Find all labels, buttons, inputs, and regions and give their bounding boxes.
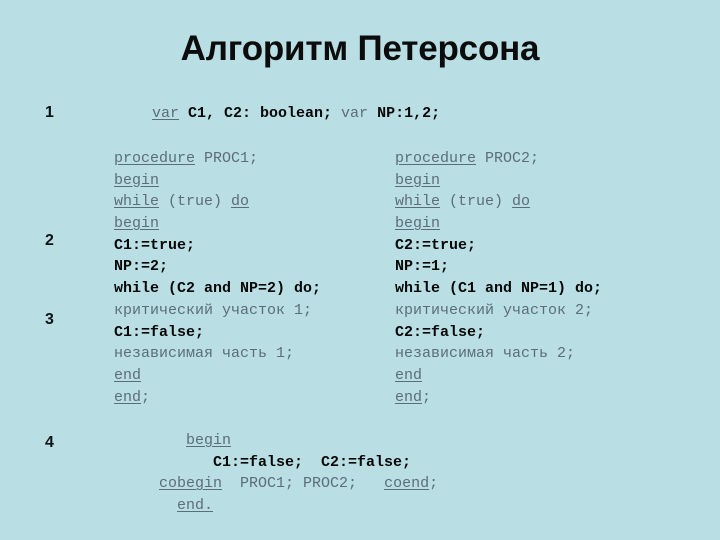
keyword-do: do — [231, 193, 250, 211]
proc2-line-busy-wait: while (C1 and NP=1) do; — [395, 280, 603, 298]
proc1-line-critical-section: критический участок 1; — [114, 301, 313, 319]
keyword-var: var — [152, 105, 180, 122]
semicolon-proc1: ; — [141, 388, 151, 406]
keyword-procedure: procedure — [395, 150, 477, 167]
keyword-begin-inner: begin — [114, 215, 160, 233]
keyword-begin-inner: begin — [395, 215, 441, 233]
proc2-line-set-c2-false: C2:=false; — [395, 323, 486, 341]
semicolon-proc2: ; — [422, 388, 432, 406]
keyword-coend: coend — [384, 475, 430, 493]
proc2-line-end-inner: end — [395, 365, 602, 387]
proc1-line-independent-part: независимая часть 1; — [114, 345, 295, 363]
procedure-proc2-block: procedure PROC2; begin while (true) do begi… — [395, 148, 602, 408]
proc2-line-begin: begin — [395, 170, 602, 192]
keyword-begin: begin — [114, 171, 160, 189]
keyword-procedure: procedure — [114, 150, 196, 167]
semicolon-coend: ; — [429, 475, 439, 493]
page-title: Алгоритм Петерсона — [180, 29, 540, 68]
proc1-line-while-true: while (true) do — [114, 191, 321, 213]
declared-np: NP:1,2; — [377, 105, 441, 122]
keyword-end-outer: end — [395, 388, 423, 406]
slide-canvas: Алгоритм Петерсона 1 2 3 4 var C1, C2: b… — [0, 0, 720, 540]
proc2-line-while-true: while (true) do — [395, 191, 602, 213]
keyword-while: while — [395, 193, 441, 211]
declaration-line: var C1, C2: boolean; var NP:1,2; — [152, 103, 440, 125]
proc2-line-critical-section: критический участок 2; — [395, 301, 594, 319]
main-line-init-flags: C1:=false; C2:=false; — [114, 453, 412, 471]
keyword-do: do — [512, 193, 531, 211]
proc1-line-end-outer: end; — [114, 387, 321, 409]
step-marker-1: 1 — [45, 104, 54, 121]
procedure-proc1-block: procedure PROC1; begin while (true) do begi… — [114, 148, 321, 408]
proc1-line-header: procedure PROC1; — [114, 148, 321, 170]
step-marker-3: 3 — [45, 311, 54, 328]
main-program-block: begin C1:=false; C2:=false; cobegin PROC… — [114, 430, 438, 517]
proc1-line-set-c1-false: C1:=false; — [114, 323, 205, 341]
keyword-while: while — [114, 193, 160, 211]
keyword-begin: begin — [395, 171, 441, 189]
main-indent-4 — [114, 497, 177, 514]
keyword-begin-main: begin — [186, 432, 232, 449]
while-condition-true: (true) — [440, 193, 513, 211]
keyword-end-inner: end — [114, 366, 142, 384]
main-indent-3 — [114, 475, 159, 492]
proc1-line-begin: begin — [114, 170, 321, 192]
proc1-line-set-c1-true: C1:=true; — [114, 236, 196, 254]
keyword-var-second: var — [332, 105, 378, 122]
keyword-cobegin: cobegin — [159, 475, 223, 493]
proc1-line-busy-wait: while (C2 and NP=2) do; — [114, 280, 322, 298]
keyword-end-inner: end — [395, 366, 423, 384]
main-line-cobegin: cobegin PROC1; PROC2; coend; — [114, 473, 438, 495]
proc2-line-end-outer: end; — [395, 387, 602, 409]
proc2-line-inner-begin: begin — [395, 213, 602, 235]
declared-vars: C1, C2: boolean; — [179, 105, 333, 122]
proc2-line-independent-part: независимая часть 2; — [395, 345, 576, 363]
step-marker-2: 2 — [45, 232, 54, 249]
step-marker-4: 4 — [45, 434, 54, 451]
while-condition-true: (true) — [159, 193, 232, 211]
proc1-line-inner-begin: begin — [114, 213, 321, 235]
keyword-end-main: end. — [177, 497, 214, 515]
proc2-name: PROC2; — [476, 150, 540, 167]
proc2-line-header: procedure PROC2; — [395, 148, 602, 170]
main-line-begin: begin — [114, 430, 438, 452]
main-line-end: end. — [114, 495, 438, 517]
proc1-name: PROC1; — [195, 150, 259, 167]
proc2-line-set-c2-true: C2:=true; — [395, 236, 477, 254]
main-indent-1 — [114, 432, 186, 449]
cobegin-procs: PROC1; PROC2; — [222, 475, 385, 493]
proc1-line-set-np-2: NP:=2; — [114, 258, 169, 276]
proc1-line-end-inner: end — [114, 365, 321, 387]
keyword-end-outer: end — [114, 388, 142, 406]
proc2-line-set-np-1: NP:=1; — [395, 258, 450, 276]
